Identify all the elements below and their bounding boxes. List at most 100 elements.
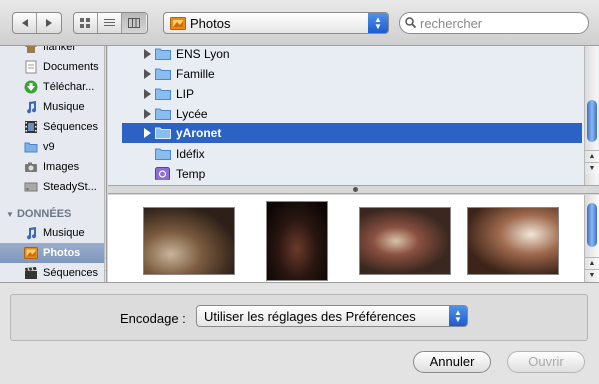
list-icon	[104, 19, 115, 26]
encoding-value: Utiliser les réglages des Préférences	[204, 309, 416, 324]
file-row-ens-lyon[interactable]: ENS Lyon	[122, 46, 582, 64]
expand-arrow-icon	[144, 49, 151, 59]
file-name: LIP	[176, 87, 195, 101]
file-row-famille[interactable]: Famille	[122, 64, 582, 84]
film-icon	[25, 121, 37, 133]
list-view-button[interactable]	[98, 13, 122, 33]
sidebar-item-music[interactable]: Musique	[0, 97, 104, 117]
file-name: Idéfix	[176, 147, 205, 161]
photo-thumbnail[interactable]	[467, 207, 559, 275]
location-popup[interactable]: Photos ▲ ▼	[163, 12, 389, 34]
file-name: Famille	[176, 67, 215, 81]
search-placeholder: rechercher	[420, 15, 483, 31]
music-icon	[27, 101, 37, 114]
folder-icon	[155, 148, 171, 160]
file-list-scroll-thumb[interactable]	[587, 100, 597, 142]
forward-arrow-icon	[46, 19, 52, 27]
sidebar-item-label: Musique	[43, 227, 85, 239]
encoding-label: Encodage :	[120, 311, 186, 326]
view-mode-control	[73, 12, 148, 34]
photo-thumbnail[interactable]	[359, 207, 451, 275]
home-icon	[25, 46, 37, 53]
sidebar-item-sequences[interactable]: Séquences	[0, 117, 104, 137]
disclosure-triangle-icon[interactable]: ▼	[6, 210, 14, 219]
sidebar-item-v9[interactable]: v9	[0, 137, 104, 157]
grid-icon	[80, 17, 90, 28]
photo-thumbnail[interactable]	[266, 201, 328, 281]
drive-icon	[24, 182, 38, 192]
file-name: Temp	[176, 167, 206, 181]
cancel-button[interactable]: Annuler	[413, 351, 491, 373]
folder-icon	[24, 142, 38, 153]
sidebar-item-label: SteadySt...	[43, 181, 97, 193]
file-browser-column: ENS Lyon Famille LIP Lycée yAronet Idéfi…	[108, 46, 599, 186]
folder-icon	[155, 68, 171, 80]
sidebar-section-header: ▼ DONNÉES	[6, 208, 71, 220]
sidebar-item-label: Séquences	[43, 121, 99, 133]
sidebar-item-downloads[interactable]: Téléchar...	[0, 77, 104, 97]
scroll-up-arrow[interactable]: ▲	[585, 150, 599, 162]
scroll-up-arrow[interactable]: ▲	[105, 258, 106, 270]
file-list-scrollbar[interactable]: ▲ ▼	[584, 46, 599, 185]
file-row-idefix[interactable]: Idéfix	[122, 144, 582, 164]
back-arrow-icon	[21, 19, 28, 27]
folder-icon	[155, 88, 171, 100]
camera-icon	[25, 162, 37, 172]
sidebar-item-label: Documents	[43, 61, 99, 73]
sidebar-item-photos[interactable]: Photos	[0, 243, 104, 263]
splitter-handle-icon[interactable]	[353, 187, 358, 192]
scroll-up-arrow[interactable]: ▲	[585, 257, 599, 269]
film-clapper-icon	[25, 267, 37, 279]
forward-button[interactable]	[37, 13, 61, 33]
expand-arrow-icon	[144, 89, 151, 99]
photo-thumbnail[interactable]	[143, 207, 235, 275]
scroll-down-arrow[interactable]: ▼	[585, 269, 599, 281]
file-row-lip[interactable]: LIP	[122, 84, 582, 104]
thumbnail-scroll-thumb[interactable]	[587, 203, 597, 247]
expand-arrow-icon	[144, 128, 151, 138]
popup-arrows-icon: ▲ ▼	[368, 13, 388, 33]
file-row-lycee[interactable]: Lycée	[122, 104, 582, 124]
sidebar-scrollbar[interactable]: ▲ ▼	[104, 46, 106, 282]
music-icon	[27, 227, 37, 240]
icon-view-button[interactable]	[74, 13, 98, 33]
file-name: yAronet	[176, 126, 222, 140]
scroll-down-arrow[interactable]: ▼	[105, 270, 106, 282]
file-row-yaronet[interactable]: yAronet	[122, 123, 582, 143]
sidebar-item-documents[interactable]: Documents	[0, 57, 104, 77]
pane-splitter[interactable]	[108, 186, 599, 194]
toolbar: Photos ▲ ▼ rechercher	[0, 0, 599, 46]
sidebar-section-label: DONNÉES	[16, 208, 72, 220]
folder-icon	[155, 108, 171, 120]
sidebar-item-label: Séquences	[43, 267, 99, 279]
encoding-popup[interactable]: Utiliser les réglages des Préférences ▲ ▼	[196, 305, 468, 327]
sidebar-item-flanker[interactable]: flanker	[0, 46, 104, 57]
search-icon	[405, 17, 416, 28]
sidebar-item-steadystate[interactable]: SteadySt...	[0, 177, 104, 197]
scroll-down-arrow[interactable]: ▼	[585, 162, 599, 174]
download-icon	[24, 80, 38, 94]
folder-icon	[155, 127, 171, 139]
sidebar-item-data-music[interactable]: Musique	[0, 223, 104, 243]
open-button[interactable]: Ouvrir	[507, 351, 585, 373]
file-name: ENS Lyon	[176, 47, 230, 61]
back-forward-control	[12, 12, 62, 34]
back-button[interactable]	[13, 13, 37, 33]
sidebar: flanker Documents Téléchar... Musique Sé…	[0, 46, 107, 282]
expand-arrow-icon	[144, 69, 151, 79]
sidebar-item-data-sequences[interactable]: Séquences	[0, 263, 104, 282]
sidebar-item-images[interactable]: Images	[0, 157, 104, 177]
photos-icon	[24, 247, 38, 259]
thumbnail-scrollbar[interactable]: ▲ ▼	[584, 195, 599, 282]
folder-icon	[155, 48, 171, 60]
popup-arrows-icon: ▲ ▼	[449, 306, 467, 326]
file-row-temp[interactable]: Temp	[122, 164, 582, 184]
expand-arrow-icon	[144, 109, 151, 119]
document-icon	[25, 60, 37, 74]
column-view-button[interactable]	[122, 13, 146, 33]
sidebar-item-label: Téléchar...	[43, 81, 95, 93]
search-field[interactable]: rechercher	[399, 12, 589, 34]
app-folder-icon	[155, 167, 170, 180]
columns-icon	[128, 18, 140, 28]
photos-folder-icon	[170, 17, 186, 30]
